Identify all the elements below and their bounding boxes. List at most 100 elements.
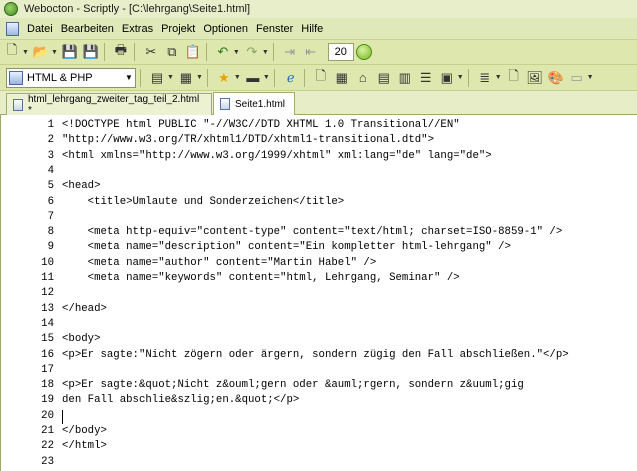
paste-icon[interactable]: 📋 (184, 43, 202, 61)
chevron-down-icon[interactable]: ▼ (234, 74, 241, 81)
cut-icon[interactable]: ✂ (142, 43, 160, 61)
outdent-icon[interactable]: ⇤ (302, 43, 320, 61)
line-number: 12 (41, 287, 54, 300)
line-number: 2 (47, 134, 54, 147)
chevron-down-icon[interactable]: ▼ (22, 49, 29, 56)
menu-fenster[interactable]: Fenster (252, 18, 297, 40)
font-size-input[interactable]: 20 (327, 43, 354, 61)
line-code: <p>Er sagte:"Nicht zögern oder ärgern, s… (62, 348, 569, 361)
line-code: <p>Er sagte:&quot;Nicht z&ouml;gern oder… (62, 379, 524, 392)
document-icon[interactable] (6, 21, 19, 36)
misc-icon[interactable]: ▭ (568, 69, 586, 87)
toolbar-divider (140, 68, 141, 87)
line-number: 17 (41, 363, 54, 376)
chevron-down-icon[interactable]: ▼ (51, 49, 58, 56)
print-icon[interactable]: 🖶 (112, 42, 130, 61)
line-number: 3 (47, 149, 54, 162)
line-number: 20 (41, 409, 54, 422)
chevron-down-icon[interactable]: ▼ (123, 73, 135, 82)
menu-extras[interactable]: Extras (118, 18, 157, 40)
favorites-star-icon[interactable]: ★ (215, 69, 233, 87)
menu-optionen[interactable]: Optionen (199, 18, 252, 40)
home-icon[interactable]: ⌂ (354, 69, 372, 87)
table-wizard-icon[interactable]: ▦ (177, 69, 195, 87)
paragraph-icon[interactable]: ≣ (476, 69, 494, 87)
undo-icon[interactable]: ↶ (214, 43, 232, 61)
line-code: </head> (62, 302, 107, 315)
line-number: 6 (47, 195, 54, 208)
page-icon[interactable]: 🗋 (505, 68, 523, 87)
main-toolbar: 🗋 ▼ 📂 ▼ 💾 💾 🖶 ✂ ⧉ 📋 ↶ ▼ ↷ ▼ ⇥ ⇤ 20 (0, 40, 637, 65)
browser-preview-icon[interactable]: ℯ (282, 69, 300, 87)
code-line: 7 (1, 210, 637, 225)
line-number: 19 (41, 394, 54, 407)
redo-icon[interactable]: ↷ (243, 43, 261, 61)
code-line: 6 <title>Umlaute und Sonderzeichen</titl… (1, 195, 637, 210)
line-code: <meta name="author" content="Martin Habe… (62, 256, 377, 269)
layout-icon[interactable]: ▥ (396, 69, 414, 87)
menu-bar: Datei Bearbeiten Extras Projekt Optionen… (0, 18, 637, 40)
copy-icon[interactable]: ⧉ (163, 43, 181, 61)
tab-html-lehrgang[interactable]: html_lehrgang_zweiter_tag_teil_2.html * (6, 93, 212, 116)
menu-datei[interactable]: Datei (23, 18, 57, 40)
code-line: 13 </head> (1, 302, 637, 317)
code-editor[interactable]: 1 <!DOCTYPE html PUBLIC "-//W3C//DTD XHTM… (0, 115, 637, 471)
line-code: </body> (62, 425, 107, 437)
document-icon[interactable]: 🗋 (312, 68, 330, 87)
chevron-down-icon[interactable]: ▼ (262, 49, 269, 56)
code-line: 12 (1, 286, 637, 301)
window-title: Webocton - Scriptly - [C:\lehrgang\Seite… (24, 3, 251, 15)
chevron-down-icon[interactable]: ▼ (495, 74, 502, 81)
chevron-down-icon[interactable]: ▼ (263, 74, 270, 81)
new-file-icon[interactable]: 🗋 (3, 42, 21, 61)
chevron-down-icon[interactable]: ▼ (233, 49, 240, 56)
image-icon[interactable]: 🖼 (526, 69, 544, 87)
chevron-down-icon[interactable]: ▼ (587, 74, 594, 81)
line-number: 22 (41, 440, 54, 453)
snippet-icon[interactable]: ▬ (244, 69, 262, 87)
menu-projekt[interactable]: Projekt (157, 18, 199, 40)
line-number: 7 (47, 210, 54, 223)
grid-icon[interactable]: ▦ (333, 69, 351, 87)
chevron-down-icon[interactable]: ▼ (196, 74, 203, 81)
text-cursor (62, 409, 63, 424)
tab-seite1[interactable]: Seite1.html (213, 92, 295, 115)
line-number: 4 (47, 164, 54, 177)
code-line: 5 <head> (1, 179, 637, 194)
list-icon[interactable]: ☰ (417, 69, 435, 87)
line-code: <head> (62, 180, 101, 193)
toolbar-divider (206, 68, 208, 87)
line-number: 16 (41, 348, 54, 361)
palette-icon[interactable]: 🎨 (547, 69, 565, 87)
save-icon[interactable]: 💾 (61, 43, 79, 61)
language-select[interactable]: HTML & PHP ▼ (6, 67, 136, 88)
line-code: <title>Umlaute und Sonderzeichen</title> (62, 195, 345, 208)
indent-icon[interactable]: ⇥ (281, 43, 299, 61)
line-code: <meta http-equiv="content-type" content=… (62, 226, 563, 239)
menu-hilfe[interactable]: Hilfe (297, 18, 327, 40)
table-icon[interactable]: ▤ (375, 69, 393, 87)
code-line: 11 <meta name="keywords" content="html, … (1, 271, 637, 286)
line-code: <meta name="description" content="Ein ko… (62, 241, 511, 254)
tab-label: html_lehrgang_zweiter_tag_teil_2.html * (28, 93, 200, 116)
save-all-icon[interactable]: 💾 (82, 43, 100, 61)
toolbar-divider (467, 68, 469, 87)
form-icon[interactable]: ▤ (148, 69, 166, 87)
chevron-down-icon[interactable]: ▼ (167, 74, 174, 81)
toolbar-divider (103, 43, 105, 61)
line-code: "http://www.w3.org/TR/xhtml1/DTD/xhtml1-… (62, 134, 434, 147)
title-bar: Webocton - Scriptly - [C:\lehrgang\Seite… (0, 0, 637, 18)
line-number: 15 (41, 333, 54, 346)
line-number: 9 (47, 241, 54, 254)
code-line: 19 den Fall abschlie&szlig;en.&quot;</p> (1, 393, 637, 408)
open-folder-icon[interactable]: 📂 (32, 43, 50, 61)
language-icon (9, 70, 23, 85)
frame-icon[interactable]: ▣ (438, 69, 456, 87)
html-toolbar: HTML & PHP ▼ ▤ ▼ ▦ ▼ ★ ▼ ▬ ▼ ℯ 🗋 ▦ ⌂ ▤ ▥ ☰ ▣… (0, 65, 637, 91)
line-code: <body> (62, 333, 101, 346)
chevron-down-icon[interactable]: ▼ (457, 74, 464, 81)
apply-icon[interactable] (355, 44, 372, 60)
menu-bearbeiten[interactable]: Bearbeiten (57, 18, 118, 40)
code-line: 9 <meta name="description" content="Ein … (1, 240, 637, 255)
app-logo-icon (4, 2, 18, 16)
